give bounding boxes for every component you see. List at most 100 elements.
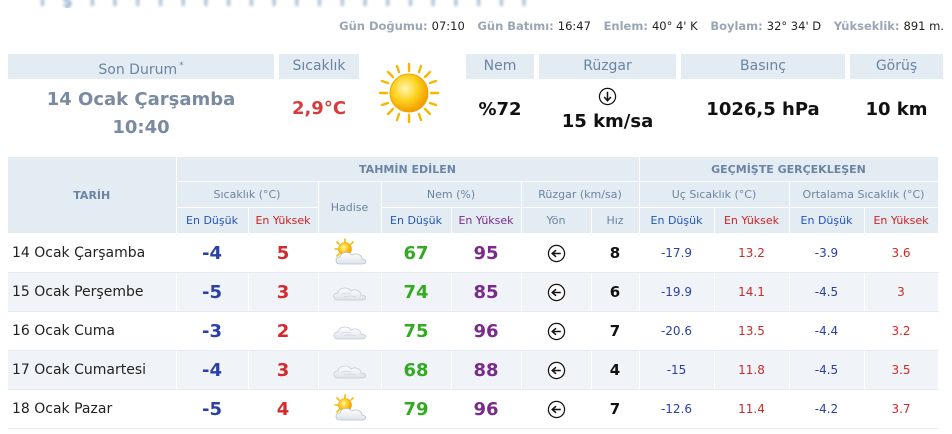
row-temp-high: 3 xyxy=(248,350,319,390)
past-group-header: GEÇMİŞTE GERÇEKLEŞEN xyxy=(639,157,939,182)
arrow-left-icon xyxy=(547,321,566,341)
latitude-label: Enlem: xyxy=(603,19,648,33)
table-row: 18 Ocak Pazar -5 4 79 96 7 -12.6 11.4 -4.2 3.7 xyxy=(8,389,939,429)
arrow-left-icon xyxy=(547,282,566,302)
average-low-header: En Düşük xyxy=(789,207,865,234)
sun-icon xyxy=(378,62,440,124)
row-average-high: 3.5 xyxy=(864,350,939,390)
row-average-low: -3.9 xyxy=(789,233,865,273)
altitude-value: 891 m. xyxy=(903,19,944,33)
cloud-icon xyxy=(332,321,368,340)
temp-low-header: En Düşük xyxy=(176,207,249,234)
row-temp-low: -5 xyxy=(176,272,249,312)
wind-direction-header: Yön xyxy=(521,207,592,234)
row-humidity-low: 68 xyxy=(381,350,452,390)
table-row: 17 Ocak Cumartesi -4 3 68 88 4 -15 11.8 -4.5 3.5 xyxy=(8,350,939,390)
row-average-low: -4.5 xyxy=(789,350,865,390)
row-wind-speed: 4 xyxy=(591,350,640,390)
row-extreme-low: -17.9 xyxy=(639,233,715,273)
humidity-low-header: En Düşük xyxy=(381,207,452,234)
row-humidity-low: 67 xyxy=(381,233,452,273)
row-wind-speed: 8 xyxy=(591,233,640,273)
row-temp-low: -3 xyxy=(176,311,249,351)
current-temperature: 2,9°C xyxy=(291,98,347,119)
sunrise-label: Gün Doğumu: xyxy=(339,19,428,33)
current-status-header: Son Durum * xyxy=(8,54,274,79)
sunset-label: Gün Batımı: xyxy=(477,19,554,33)
row-extreme-high: 11.4 xyxy=(714,389,790,429)
longitude-value: 32° 34' D xyxy=(766,19,822,33)
row-temp-high: 3 xyxy=(248,272,319,312)
current-date: 14 Ocak Çarşamba xyxy=(46,89,236,110)
current-pressure: 1026,5 hPa xyxy=(706,99,820,120)
row-temp-high: 4 xyxy=(248,389,319,429)
row-extreme-high: 13.2 xyxy=(714,233,790,273)
humidity-header: Nem xyxy=(466,54,534,79)
row-average-high: 3.6 xyxy=(864,233,939,273)
row-average-low: -4.4 xyxy=(789,311,865,351)
arrow-left-icon xyxy=(547,360,566,380)
cloud-icon xyxy=(332,282,368,301)
cloud-icon xyxy=(332,360,368,379)
current-time: 10:40 xyxy=(112,117,170,138)
arrow-left-icon xyxy=(547,399,566,419)
row-extreme-low: -20.6 xyxy=(639,311,715,351)
row-extreme-low: -15 xyxy=(639,350,715,390)
row-wind-speed: 7 xyxy=(591,311,640,351)
row-temp-high: 2 xyxy=(248,311,319,351)
latitude-value: 40° 4' K xyxy=(651,19,698,33)
row-date: 18 Ocak Pazar xyxy=(8,389,177,429)
current-datetime: 14 Ocak Çarşamba 10:40 xyxy=(8,86,274,142)
sun-cloud-icon xyxy=(332,394,368,421)
sunrise-value: 07:10 xyxy=(431,19,465,33)
row-extreme-high: 13.5 xyxy=(714,311,790,351)
row-humidity-high: 96 xyxy=(451,389,522,429)
average-temp-subheader: Ortalama Sıcaklık (°C) xyxy=(789,181,939,208)
forecast-table: TARİH TAHMİN EDİLEN GEÇMİŞTE GERÇEKLEŞEN… xyxy=(8,157,939,429)
temperature-header: Sıcaklık xyxy=(279,54,359,79)
table-row: 14 Ocak Çarşamba -4 5 67 95 8 -17.9 13.2 -3.9 3.6 xyxy=(8,233,939,273)
row-date: 17 Ocak Cumartesi xyxy=(8,350,177,390)
row-humidity-high: 95 xyxy=(451,233,522,273)
row-extreme-low: -12.6 xyxy=(639,389,715,429)
row-temp-low: -4 xyxy=(176,233,249,273)
current-wind: 15 km/sa xyxy=(561,111,654,132)
row-temp-high: 5 xyxy=(248,233,319,273)
average-high-header: En Yüksek xyxy=(864,207,939,234)
top-title-bar: ı ş ı ı ı ı ı ı ı ı ı ı ı ı ı ı ı ı ı ı … xyxy=(0,0,952,8)
date-column-header: TARİH xyxy=(8,157,177,234)
altitude-label: Yükseklik: xyxy=(833,19,900,33)
row-average-low: -4.2 xyxy=(789,389,865,429)
temperature-subheader: Sıcaklık (°C) xyxy=(176,181,319,208)
wind-header: Rüzgar xyxy=(539,54,676,79)
extreme-high-header: En Yüksek xyxy=(714,207,790,234)
row-wind-speed: 6 xyxy=(591,272,640,312)
row-wind-speed: 7 xyxy=(591,389,640,429)
arrow-left-icon xyxy=(547,243,566,263)
asterisk-note[interactable]: * xyxy=(179,61,184,71)
row-average-low: -4.5 xyxy=(789,272,865,312)
row-humidity-low: 75 xyxy=(381,311,452,351)
longitude-label: Boylam: xyxy=(710,19,763,33)
arrow-down-circle-icon xyxy=(598,87,617,106)
row-temp-low: -4 xyxy=(176,350,249,390)
row-average-high: 3.2 xyxy=(864,311,939,351)
row-average-high: 3 xyxy=(864,272,939,312)
row-date: 15 Ocak Perşembe xyxy=(8,272,177,312)
row-humidity-high: 85 xyxy=(451,272,522,312)
sun-cloud-icon xyxy=(332,238,368,265)
visibility-header: Görüş xyxy=(850,54,943,79)
wind-speed-header: Hız xyxy=(591,207,640,234)
row-extreme-low: -19.9 xyxy=(639,272,715,312)
current-visibility: 10 km xyxy=(865,99,928,120)
predicted-group-header: TAHMİN EDİLEN xyxy=(176,157,640,182)
row-extreme-high: 11.8 xyxy=(714,350,790,390)
table-row: 16 Ocak Cuma -3 2 75 96 7 -20.6 13.5 -4.4 3.2 xyxy=(8,311,939,351)
sunset-value: 16:47 xyxy=(557,19,591,33)
location-meta: Gün Doğumu: 07:10 Gün Batımı: 16:47 Enlem:… xyxy=(330,19,944,33)
extreme-low-header: En Düşük xyxy=(639,207,715,234)
row-extreme-high: 14.1 xyxy=(714,272,790,312)
row-humidity-low: 74 xyxy=(381,272,452,312)
current-humidity: %72 xyxy=(478,99,522,120)
pressure-header: Basınç xyxy=(681,54,845,79)
